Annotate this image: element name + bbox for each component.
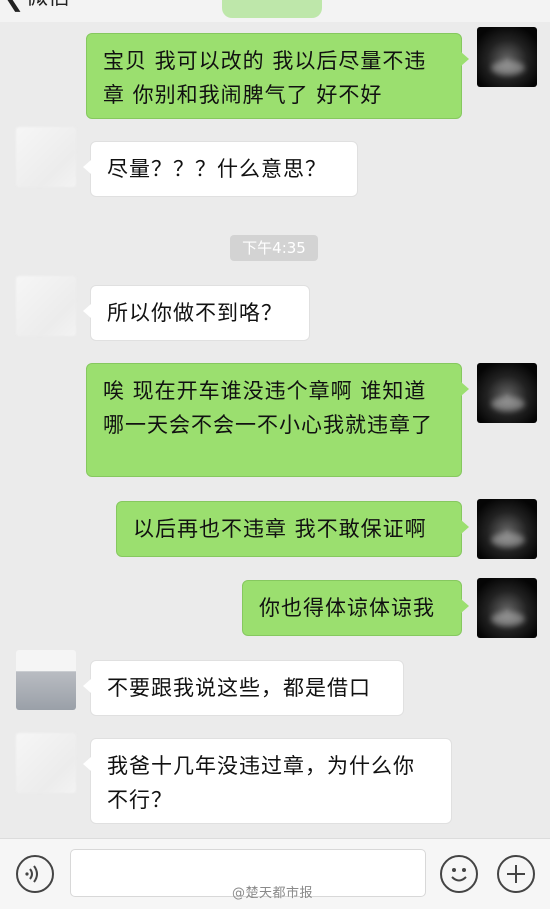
contact-avatar[interactable] xyxy=(16,127,76,187)
top-status-indicator xyxy=(222,0,322,18)
sent-message-bubble[interactable]: 宝贝 我可以改的 我以后尽量不违章 你别和我闹脾气了 好不好 xyxy=(86,33,469,119)
received-message-bubble[interactable]: 尽量？？？什么意思？ xyxy=(83,141,358,197)
sent-message-bubble[interactable]: 你也得体谅体谅我 xyxy=(242,580,469,636)
emoji-icon[interactable] xyxy=(440,855,478,893)
my-avatar[interactable] xyxy=(477,363,537,423)
contact-avatar[interactable] xyxy=(16,733,76,793)
my-avatar[interactable] xyxy=(477,499,537,559)
message-text: 尽量？？？什么意思？ xyxy=(107,157,327,181)
my-avatar[interactable] xyxy=(477,578,537,638)
received-message-bubble[interactable]: 不要跟我说这些，都是借口 xyxy=(83,660,404,716)
received-message-bubble[interactable]: 我爸十几年没违过章，为什么你不行？ xyxy=(83,738,452,824)
top-bar: ❮ 微信 xyxy=(0,0,550,22)
message-text: 唉 现在开车谁没违个章啊 谁知道哪一天会不会一不小心我就违章了 xyxy=(103,379,433,437)
my-avatar[interactable] xyxy=(477,27,537,87)
plus-icon[interactable] xyxy=(497,855,535,893)
message-text: 所以你做不到咯？ xyxy=(107,301,283,325)
sent-message-bubble[interactable]: 唉 现在开车谁没违个章啊 谁知道哪一天会不会一不小心我就违章了 xyxy=(86,363,469,477)
message-text: 不要跟我说这些，都是借口 xyxy=(107,676,371,700)
watermark: @楚天都市报 xyxy=(232,886,314,901)
received-message-bubble[interactable]: 所以你做不到咯？ xyxy=(83,285,310,341)
contact-avatar[interactable] xyxy=(16,650,76,710)
back-label[interactable]: 微信 xyxy=(26,0,70,10)
message-text: 以后再也不违章 我不敢保证啊 xyxy=(133,517,427,541)
message-text: 你也得体谅体谅我 xyxy=(259,596,435,620)
message-text: 宝贝 我可以改的 我以后尽量不违章 你别和我闹脾气了 好不好 xyxy=(103,49,427,107)
message-text: 我爸十几年没违过章，为什么你不行？ xyxy=(107,754,415,812)
timestamp-badge: 下午4:35 xyxy=(230,235,318,261)
voice-icon[interactable] xyxy=(16,855,54,893)
chevron-left-icon[interactable]: ❮ xyxy=(4,0,24,10)
sent-message-bubble[interactable]: 以后再也不违章 我不敢保证啊 xyxy=(116,501,469,557)
contact-avatar[interactable] xyxy=(16,276,76,336)
